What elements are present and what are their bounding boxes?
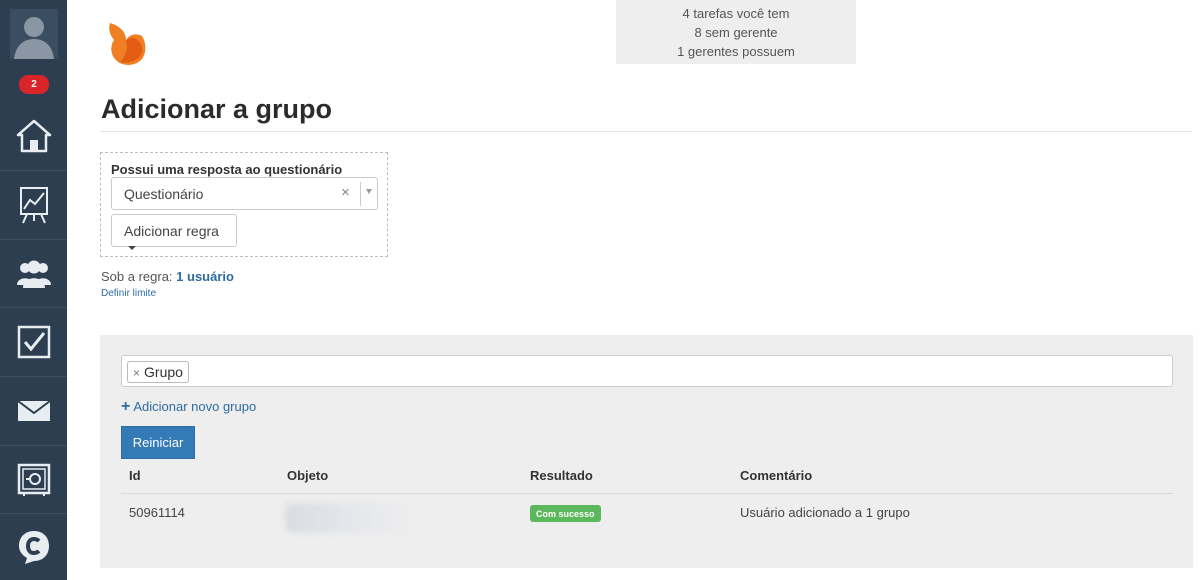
summary-line-managers: 1 gerentes possuem xyxy=(677,44,795,59)
safe-icon xyxy=(17,463,50,496)
column-header-object: Objeto xyxy=(287,468,329,483)
reset-button[interactable]: Reiniciar xyxy=(121,426,195,459)
select-separator xyxy=(360,182,361,206)
chart-board-icon xyxy=(19,187,48,224)
chevron-down-icon[interactable] xyxy=(366,189,372,194)
sidebar-item-chat[interactable] xyxy=(0,514,67,580)
sidebar-item-home[interactable] xyxy=(0,102,67,171)
row-object-blurred xyxy=(285,503,420,533)
groups-panel: × Grupo + Adicionar novo grupo Reiniciar I… xyxy=(100,335,1193,568)
sidebar: 2 xyxy=(0,0,67,580)
page-title: Adicionar a grupo xyxy=(101,94,333,124)
app-logo xyxy=(109,23,146,65)
chat-c-icon xyxy=(18,531,49,564)
group-tag-label: Grupo xyxy=(144,364,183,380)
row-id: 50961114 xyxy=(129,505,185,520)
group-tag-input[interactable]: × Grupo xyxy=(121,355,1173,387)
envelope-icon xyxy=(16,400,51,421)
sidebar-item-messages[interactable] xyxy=(0,377,67,446)
under-rule-prefix: Sob a regra: xyxy=(101,269,173,284)
column-header-id: Id xyxy=(129,468,141,483)
sidebar-item-safe[interactable] xyxy=(0,446,67,514)
sidebar-item-users[interactable] xyxy=(0,240,67,308)
define-limit-link[interactable]: Definir limite xyxy=(101,288,156,299)
group-tag: × Grupo xyxy=(127,361,189,383)
summary-line-no-manager: 8 sem gerente xyxy=(694,25,778,40)
questionnaire-select-value: Questionário xyxy=(124,186,204,202)
row-comment: Usuário adicionado a 1 grupo xyxy=(740,505,910,520)
task-summary: 4 tarefas você tem 8 sem gerente 1 geren… xyxy=(616,0,856,64)
clear-icon[interactable]: × xyxy=(341,184,350,201)
plus-icon: + xyxy=(121,398,131,415)
user-icon xyxy=(9,9,58,59)
under-rule-user-count-link[interactable]: 1 usuário xyxy=(176,269,234,284)
rule-box: Possui uma resposta ao questionário Ques… xyxy=(100,152,388,257)
notification-badge[interactable]: 2 xyxy=(19,75,49,94)
remove-tag-icon[interactable]: × xyxy=(133,366,140,380)
checkbox-icon xyxy=(17,325,50,359)
group-icon xyxy=(16,260,51,288)
column-header-comment: Comentário xyxy=(740,468,813,483)
title-divider xyxy=(100,131,1192,132)
column-header-result: Resultado xyxy=(530,468,593,483)
sidebar-item-tasks[interactable] xyxy=(0,308,67,377)
add-new-group-link[interactable]: + Adicionar novo grupo xyxy=(121,398,256,416)
sidebar-item-reports[interactable] xyxy=(0,171,67,240)
add-rule-button[interactable]: Adicionar regra xyxy=(111,214,237,251)
summary-line-tasks: 4 tarefas você tem xyxy=(682,6,790,21)
rule-label: Possui uma resposta ao questionário xyxy=(111,162,343,177)
caret-down-icon xyxy=(128,246,136,251)
add-rule-label: Adicionar regra xyxy=(124,223,219,239)
sidebar-item-profile[interactable] xyxy=(0,0,67,68)
add-new-group-label: Adicionar novo grupo xyxy=(133,399,257,414)
status-badge: Com sucesso xyxy=(530,505,601,522)
home-icon xyxy=(16,119,51,153)
under-rule-info: Sob a regra: 1 usuário xyxy=(101,269,234,284)
questionnaire-select[interactable]: Questionário × xyxy=(111,177,378,210)
table-header-divider xyxy=(121,493,1173,494)
